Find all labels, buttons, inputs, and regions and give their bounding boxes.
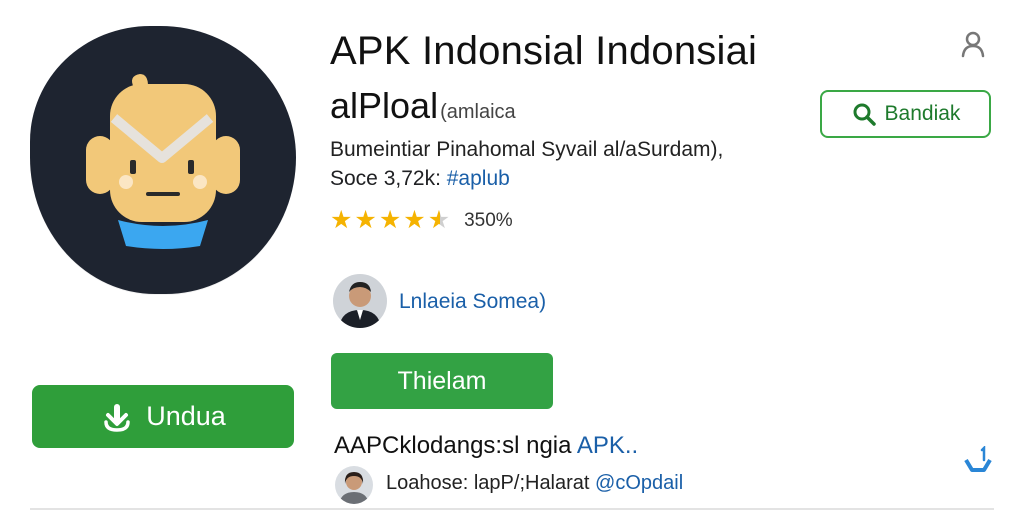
developer-name[interactable]: Lnlaeia Somea) xyxy=(399,290,546,314)
comment-body: Loahose: lapP/;Halarat xyxy=(386,472,596,494)
star-icon: ★ xyxy=(378,206,402,234)
section-title-main: AAPCklodangs:sl ngia xyxy=(334,432,577,459)
rating-value: 350% xyxy=(464,209,513,231)
rating-stars: ★ ★ ★ ★ ★ xyxy=(330,208,450,233)
share-icon[interactable] xyxy=(962,444,994,476)
divider xyxy=(30,508,994,510)
app-subtitle-small: (amlaica xyxy=(440,101,516,123)
section-title: AAPCklodangs:sl ngia APK.. xyxy=(334,432,638,460)
star-icon: ★ xyxy=(330,206,353,234)
comment-text: Loahose: lapP/;Halarat @cOpdail xyxy=(386,472,683,495)
app-title: APK Indonsial Indonsiai xyxy=(330,29,758,73)
rating-row: ★ ★ ★ ★ ★ 350% xyxy=(330,208,513,233)
search-icon xyxy=(853,103,876,126)
download-icon xyxy=(104,403,130,432)
app-subtitle: alPloal (amlaica xyxy=(330,85,516,127)
install-button[interactable]: Thielam xyxy=(331,353,553,409)
app-meta-text: Soce 3,72k: xyxy=(330,167,447,190)
comment-handle[interactable]: @cOpdail xyxy=(595,472,683,494)
user-icon[interactable] xyxy=(960,30,986,58)
app-description: Bumeintiar Pinahomal Syvail al/aSurdam), xyxy=(330,138,724,161)
app-meta: Soce 3,72k: #aplub xyxy=(330,167,510,191)
developer-avatar[interactable] xyxy=(333,274,387,328)
section-title-accent[interactable]: APK.. xyxy=(577,432,638,459)
android-robot-icon xyxy=(86,74,240,249)
download-label: Undua xyxy=(146,401,226,431)
search-label: Bandiak xyxy=(884,102,961,125)
app-icon xyxy=(30,26,296,294)
search-button[interactable]: Bandiak xyxy=(820,90,991,138)
download-button[interactable]: Undua xyxy=(32,385,294,448)
star-icon: ★ xyxy=(403,206,426,234)
app-meta-tag[interactable]: #aplub xyxy=(447,167,510,190)
star-half-icon: ★ xyxy=(427,206,451,234)
star-icon: ★ xyxy=(354,206,377,234)
app-subtitle-main: alPloal xyxy=(330,85,439,126)
install-label: Thielam xyxy=(397,366,487,395)
comment-avatar[interactable] xyxy=(335,466,373,504)
